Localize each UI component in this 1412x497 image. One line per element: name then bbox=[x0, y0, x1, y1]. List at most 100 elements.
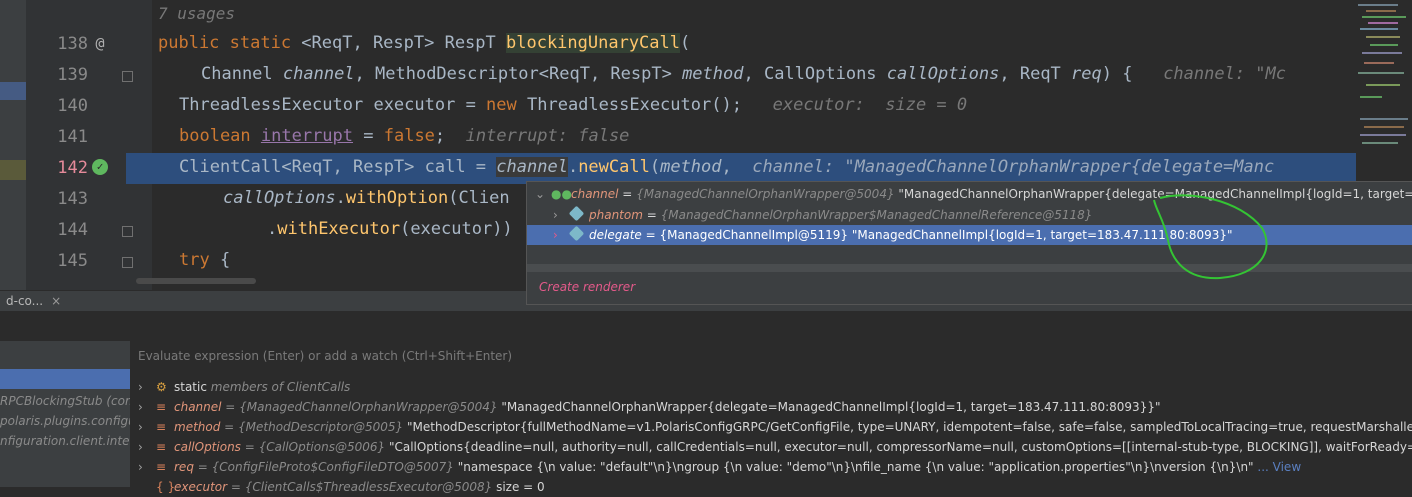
code-line-142-gutter[interactable]: 142 ✓ bbox=[26, 153, 126, 184]
inline-debug-hint[interactable]: channel: "Mc bbox=[1163, 64, 1286, 84]
line-number[interactable]: 138 bbox=[32, 34, 88, 54]
fold-marker-icon[interactable] bbox=[122, 257, 133, 268]
code-type: , ReqT bbox=[999, 64, 1072, 84]
code-line-140[interactable]: 140 ThreadlessExecutor executor = new Th… bbox=[26, 91, 1356, 122]
var-name: executor bbox=[174, 480, 228, 494]
expand-arrow-icon[interactable]: › bbox=[553, 208, 558, 222]
expand-arrow-icon[interactable]: › bbox=[138, 420, 143, 434]
frame-item[interactable] bbox=[0, 369, 130, 389]
code-line-141[interactable]: 141 boolean interrupt = false; interrupt… bbox=[26, 122, 1356, 153]
popup-row-text: channel = {ManagedChannelOrphanWrapper@5… bbox=[571, 187, 1412, 201]
code-type: (Clien bbox=[448, 188, 510, 208]
code-punct: (); bbox=[711, 95, 742, 115]
usages-hint[interactable]: 7 usages bbox=[158, 4, 235, 23]
variable-row[interactable]: › ≡ channel = {ManagedChannelOrphanWrapp… bbox=[132, 397, 1412, 417]
collapse-arrow-icon[interactable]: ⌄ bbox=[535, 187, 545, 201]
evaluate-expression-input[interactable]: Evaluate expression (Enter) or add a wat… bbox=[138, 349, 512, 363]
var-ref: = {ConfigFileProto$ConfigFileDTO@5007} bbox=[193, 460, 454, 474]
close-tab-icon[interactable]: × bbox=[51, 294, 61, 308]
var-ref: = {MethodDescriptor@5005} bbox=[220, 420, 404, 434]
method-call: withExecutor bbox=[277, 219, 401, 239]
var-ref: {ManagedChannelImpl@5119} bbox=[659, 228, 849, 242]
expand-arrow-icon[interactable]: › bbox=[138, 460, 143, 474]
code-punct: . bbox=[267, 219, 278, 239]
frame-item[interactable]: RPCBlockingStub (com bbox=[0, 391, 130, 411]
field-icon: ≡ bbox=[156, 460, 167, 474]
code-punct: , bbox=[721, 157, 732, 177]
code-line-138[interactable]: 138 @ public static <ReqT, RespT> RespT … bbox=[26, 29, 1356, 60]
var-ref: {ManagedChannelOrphanWrapper$ManagedChan… bbox=[660, 208, 1093, 222]
inline-debug-hint[interactable]: interrupt: false bbox=[466, 126, 630, 146]
variable-row[interactable]: { } executor = {ClientCalls$ThreadlessEx… bbox=[132, 477, 1412, 497]
line-number[interactable]: 144 bbox=[32, 220, 88, 240]
var-name: req bbox=[174, 460, 194, 474]
var-name: phantom bbox=[589, 208, 643, 222]
var-name: delegate bbox=[589, 228, 642, 242]
method-call: withOption bbox=[345, 188, 449, 208]
variable-row[interactable]: › ⚙ static members of ClientCalls bbox=[132, 377, 1412, 397]
variable-row[interactable]: › ≡ callOptions = {CallOptions@5006} "Ca… bbox=[132, 437, 1412, 457]
evaluate-bar: ▼ Evaluate expression (Enter) or add a w… bbox=[0, 345, 1412, 369]
inline-debug-hint[interactable]: channel: "ManagedChannelOrphanWrapper{de… bbox=[752, 157, 1274, 177]
code-keyword: new bbox=[486, 95, 527, 115]
code-type: ThreadlessExecutor executor = bbox=[179, 95, 487, 115]
line-number[interactable]: 142 bbox=[32, 158, 88, 178]
fold-marker-icon[interactable] bbox=[122, 71, 133, 82]
code-type: , MethodDescriptor<ReqT, RespT> bbox=[354, 64, 683, 84]
code-punct: ; bbox=[434, 126, 446, 146]
field-icon: ≡ bbox=[156, 400, 167, 414]
code-line-139[interactable]: 139 Channel channel, MethodDescriptor<Re… bbox=[26, 60, 1356, 91]
view-link[interactable]: ... View bbox=[1254, 460, 1301, 474]
line-number[interactable]: 145 bbox=[32, 251, 88, 271]
expand-arrow-icon[interactable]: › bbox=[138, 400, 143, 414]
watch-glasses-icon: ●● bbox=[551, 187, 572, 201]
param-name: channel bbox=[496, 157, 568, 177]
param-name: req bbox=[1071, 64, 1102, 84]
line-number[interactable]: 139 bbox=[32, 65, 88, 85]
code-line-142-current[interactable]: ClientCall<ReqT, RespT> call = channel.n… bbox=[126, 153, 1356, 184]
var-value: "CallOptions{deadline=null, authority=nu… bbox=[385, 440, 1412, 454]
equals-sign: = bbox=[641, 228, 660, 242]
override-marker-icon[interactable]: @ bbox=[92, 35, 108, 51]
param-name: callOptions bbox=[886, 64, 1000, 84]
equals-sign: = bbox=[642, 208, 661, 222]
code-keyword: false bbox=[383, 126, 435, 146]
code-text: .withExecutor(executor)) bbox=[267, 219, 513, 239]
var-ref: members of ClientCalls bbox=[206, 380, 351, 394]
param-name: method bbox=[682, 64, 744, 84]
fold-marker-icon[interactable] bbox=[122, 226, 133, 237]
strip-highlight bbox=[0, 160, 26, 180]
expand-arrow-icon[interactable]: › bbox=[138, 440, 143, 454]
inline-debug-hint[interactable]: executor: size = 0 bbox=[773, 95, 967, 115]
horizontal-scrollbar[interactable] bbox=[136, 278, 256, 284]
code-text: ClientCall<ReqT, RespT> call = channel.n… bbox=[179, 157, 1274, 177]
debug-session-tab[interactable]: d-co... × bbox=[0, 291, 67, 311]
code-text: boolean interrupt = false; interrupt: fa… bbox=[179, 126, 629, 146]
code-punct: ( bbox=[649, 157, 661, 177]
variable-name: interrupt bbox=[260, 126, 354, 146]
code-type: (executor)) bbox=[400, 219, 513, 239]
line-number[interactable]: 140 bbox=[32, 96, 88, 116]
line-number[interactable]: 141 bbox=[32, 127, 88, 147]
expand-arrow-icon[interactable]: › bbox=[138, 380, 143, 394]
breakpoint-check-icon[interactable]: ✓ bbox=[92, 159, 108, 175]
var-ref: = {ManagedChannelOrphanWrapper@5004} bbox=[221, 400, 498, 414]
var-name: method bbox=[174, 420, 221, 434]
code-type: Channel bbox=[201, 64, 283, 84]
frames-list[interactable]: RPCBlockingStub (com polaris.plugins.con… bbox=[0, 341, 130, 487]
line-number[interactable]: 143 bbox=[32, 189, 88, 209]
param-name: channel bbox=[282, 64, 355, 84]
var-name: static bbox=[174, 380, 207, 394]
variables-tree[interactable]: › ⚙ static members of ClientCalls › ≡ ch… bbox=[132, 375, 1412, 494]
code-text: callOptions.withOption(Clien bbox=[223, 188, 510, 208]
frame-item[interactable]: polaris.plugins.configu bbox=[0, 411, 130, 431]
tab-label: d-co... bbox=[6, 294, 44, 308]
code-keyword: try bbox=[179, 250, 210, 270]
variable-row[interactable]: › ≡ req = {ConfigFileProto$ConfigFileDTO… bbox=[132, 457, 1412, 477]
create-renderer-link[interactable]: Create renderer bbox=[539, 280, 635, 294]
expand-arrow-icon[interactable]: › bbox=[553, 228, 558, 242]
code-minimap[interactable] bbox=[1356, 0, 1412, 150]
frame-item[interactable]: nfiguration.client.inter bbox=[0, 431, 130, 451]
var-name: channel bbox=[571, 187, 619, 201]
variable-row[interactable]: › ≡ method = {MethodDescriptor@5005} "Me… bbox=[132, 417, 1412, 437]
